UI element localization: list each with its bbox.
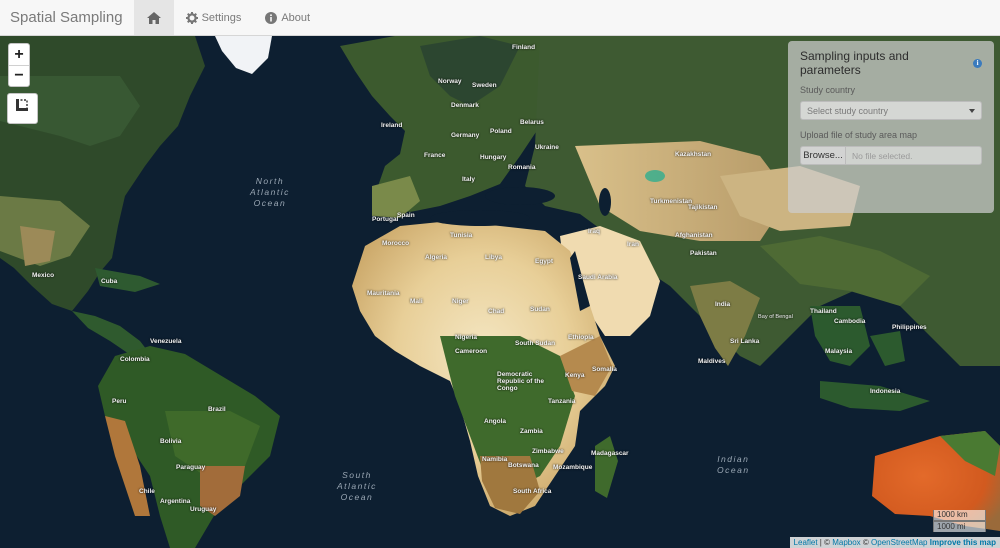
map-view[interactable]: North Atlantic Ocean South Atlantic Ocea…: [0, 36, 1000, 548]
sampling-panel: Sampling inputs and parameters i Study c…: [788, 41, 994, 213]
scale-km: 1000 km: [933, 510, 986, 521]
gear-icon: [185, 11, 198, 24]
chevron-down-icon: [969, 108, 975, 113]
osm-link[interactable]: OpenStreetMap: [871, 538, 927, 547]
study-country-select[interactable]: Select study country: [800, 101, 982, 120]
scale-mi: 1000 mi: [933, 521, 986, 532]
nav-home[interactable]: [133, 0, 174, 35]
mapbox-link[interactable]: Mapbox: [832, 538, 860, 547]
map-attribution: Leaflet | © Mapbox © OpenStreetMap Impro…: [789, 537, 1000, 548]
info-icon[interactable]: i: [973, 58, 982, 68]
zoom-in-button[interactable]: +: [9, 44, 29, 65]
file-upload: Browse... No file selected.: [800, 146, 982, 165]
nav-about-label: About: [281, 11, 311, 24]
attribution-separator: ©: [860, 538, 872, 547]
draw-rectangle-icon: [15, 99, 30, 118]
improve-map-link[interactable]: Improve this map: [930, 538, 996, 547]
browse-button[interactable]: Browse...: [800, 146, 846, 165]
nav-settings-label: Settings: [201, 11, 242, 24]
attribution-separator: | ©: [817, 538, 833, 547]
panel-title: Sampling inputs and parameters i: [800, 49, 982, 77]
navbar: Spatial Sampling Settings About: [0, 0, 1000, 36]
leaflet-link[interactable]: Leaflet: [794, 538, 818, 547]
home-icon: [146, 11, 162, 25]
nav-settings[interactable]: Settings: [174, 0, 254, 35]
upload-label: Upload file of study area map: [800, 130, 918, 140]
file-name-field[interactable]: No file selected.: [846, 146, 982, 165]
info-circle-icon: [265, 11, 278, 24]
app-brand[interactable]: Spatial Sampling: [0, 0, 134, 35]
map-scale: 1000 km 1000 mi: [933, 510, 986, 532]
draw-rectangle-button[interactable]: [7, 93, 38, 124]
zoom-out-button[interactable]: −: [9, 65, 29, 86]
nav-about[interactable]: About: [253, 0, 322, 35]
study-country-label: Study country: [800, 85, 856, 95]
zoom-control: + −: [8, 43, 30, 87]
